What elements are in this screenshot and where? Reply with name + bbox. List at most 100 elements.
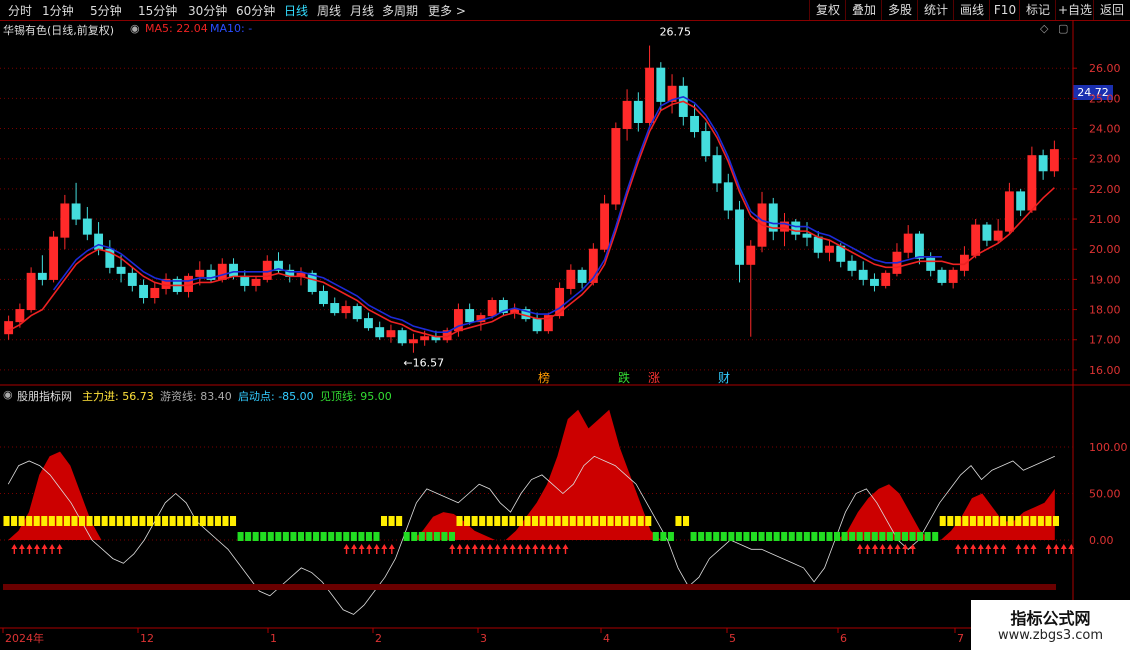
- yellow-block: [1015, 516, 1022, 526]
- yellow-block: [464, 516, 471, 526]
- green-block: [728, 532, 735, 541]
- yellow-block: [56, 516, 63, 526]
- buy-arrow: [977, 544, 984, 554]
- yellow-block: [486, 516, 493, 526]
- candle-body: [532, 318, 542, 332]
- candle-body: [600, 203, 610, 250]
- candle-body: [116, 266, 126, 274]
- green-block: [418, 532, 425, 541]
- yellow-block: [592, 516, 599, 526]
- price-tick-label: 22.00: [1089, 183, 1121, 196]
- candle-body: [825, 245, 834, 253]
- time-label: 3: [480, 632, 487, 645]
- buy-arrow: [1045, 544, 1052, 554]
- yellow-block: [131, 516, 138, 526]
- price-tick-label: 19.00: [1089, 273, 1121, 286]
- candle-body: [611, 128, 621, 205]
- yellow-block: [645, 516, 652, 526]
- buy-arrow: [879, 544, 886, 554]
- buy-arrow: [343, 544, 350, 554]
- green-block: [849, 532, 856, 541]
- low-price-label: ←16.57: [403, 357, 444, 370]
- buy-arrow: [381, 544, 388, 554]
- yellow-block: [569, 516, 576, 526]
- green-block: [365, 532, 372, 541]
- yellow-block: [539, 516, 546, 526]
- candle-body: [352, 306, 362, 320]
- buy-arrow: [955, 544, 962, 554]
- buy-arrow: [11, 544, 18, 554]
- event-tag: 涨: [648, 370, 660, 385]
- buy-arrow: [1030, 544, 1037, 554]
- yellow-block: [396, 516, 403, 526]
- green-block: [237, 532, 244, 541]
- buy-arrow: [902, 544, 909, 554]
- candle-body: [127, 272, 137, 286]
- green-block: [252, 532, 259, 541]
- green-block: [698, 532, 705, 541]
- buy-arrow: [1000, 544, 1007, 554]
- candle-body: [195, 269, 205, 277]
- buy-arrow: [992, 544, 999, 554]
- buy-arrow: [909, 544, 916, 554]
- buy-arrow: [18, 544, 25, 554]
- candle-body: [971, 224, 981, 256]
- yellow-block: [954, 516, 961, 526]
- candle-body: [408, 339, 418, 344]
- time-label: 2024年: [5, 631, 44, 645]
- green-block: [864, 532, 871, 541]
- buy-arrow: [864, 544, 871, 554]
- yellow-block: [547, 516, 554, 526]
- yellow-block: [524, 516, 531, 526]
- event-tag: 财: [718, 371, 730, 385]
- candle-body: [847, 260, 857, 271]
- green-block: [788, 532, 795, 541]
- green-block: [713, 532, 720, 541]
- candle-body: [735, 209, 744, 265]
- yellow-block: [63, 516, 70, 526]
- buy-arrow: [388, 544, 395, 554]
- candle-body: [701, 131, 711, 157]
- yellow-block: [94, 516, 101, 526]
- yellow-block: [562, 516, 569, 526]
- green-block: [373, 532, 380, 541]
- buy-arrow: [1015, 544, 1022, 554]
- candle-body: [150, 287, 160, 298]
- yellow-block: [456, 516, 463, 526]
- green-block: [773, 532, 780, 541]
- yellow-block: [1037, 516, 1044, 526]
- buy-arrow: [502, 544, 509, 554]
- yellow-block: [1030, 516, 1037, 526]
- candle-body: [937, 269, 947, 283]
- candle-body: [723, 182, 733, 211]
- yellow-block: [169, 516, 176, 526]
- candle-body: [622, 100, 632, 130]
- price-tick-label: 18.00: [1089, 304, 1121, 317]
- candle-body: [1027, 155, 1037, 211]
- event-tag: 跌: [618, 370, 630, 385]
- high-price-label: 26.75: [660, 26, 692, 39]
- buy-arrow: [41, 544, 48, 554]
- buy-arrow: [856, 544, 863, 554]
- yellow-block: [630, 516, 637, 526]
- buy-arrow: [464, 544, 471, 554]
- green-block: [313, 532, 320, 541]
- candle-body: [71, 203, 81, 220]
- green-block: [652, 532, 659, 541]
- time-label: 2: [375, 632, 382, 645]
- green-block: [932, 532, 939, 541]
- stock-chart[interactable]: 26.75←16.57榜跌涨财 16.0017.0018.0019.0020.0…: [0, 0, 1130, 650]
- green-block: [735, 532, 742, 541]
- candle-body: [4, 321, 14, 335]
- candle-body: [903, 233, 913, 253]
- yellow-block: [388, 516, 395, 526]
- yellow-block: [532, 516, 539, 526]
- green-block: [826, 532, 833, 541]
- green-block: [720, 532, 727, 541]
- yellow-block: [962, 516, 969, 526]
- yellow-block: [947, 516, 954, 526]
- green-block: [871, 532, 878, 541]
- yellow-block: [86, 516, 93, 526]
- buy-arrow: [539, 544, 546, 554]
- green-block: [328, 532, 335, 541]
